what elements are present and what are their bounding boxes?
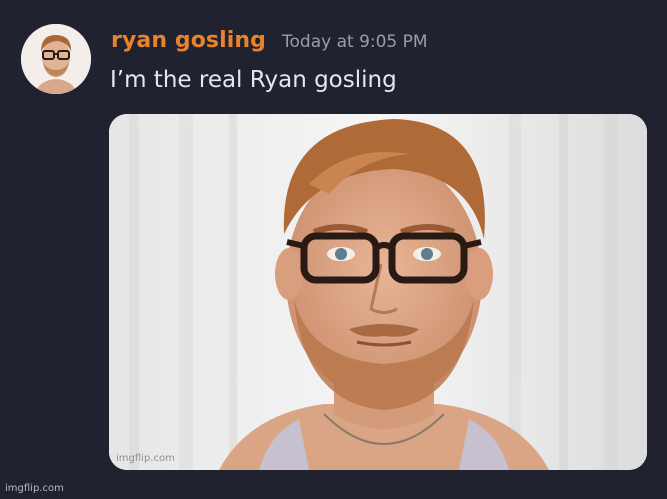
username[interactable]: ryan gosling bbox=[111, 28, 266, 53]
user-avatar-photo-icon bbox=[21, 24, 91, 94]
page-watermark: imgflip.com bbox=[5, 483, 64, 494]
user-avatar[interactable] bbox=[21, 24, 91, 94]
image-watermark: imgflip.com bbox=[116, 453, 175, 464]
message-text: I’m the real Ryan gosling bbox=[110, 67, 397, 93]
message-header: ryan gosling Today at 9:05 PM bbox=[111, 28, 428, 58]
timestamp[interactable]: Today at 9:05 PM bbox=[282, 32, 428, 52]
chat-message: ryan gosling Today at 9:05 PM I’m the re… bbox=[0, 0, 667, 499]
image-attachment[interactable] bbox=[109, 114, 647, 470]
portrait-photo-icon bbox=[109, 114, 647, 470]
